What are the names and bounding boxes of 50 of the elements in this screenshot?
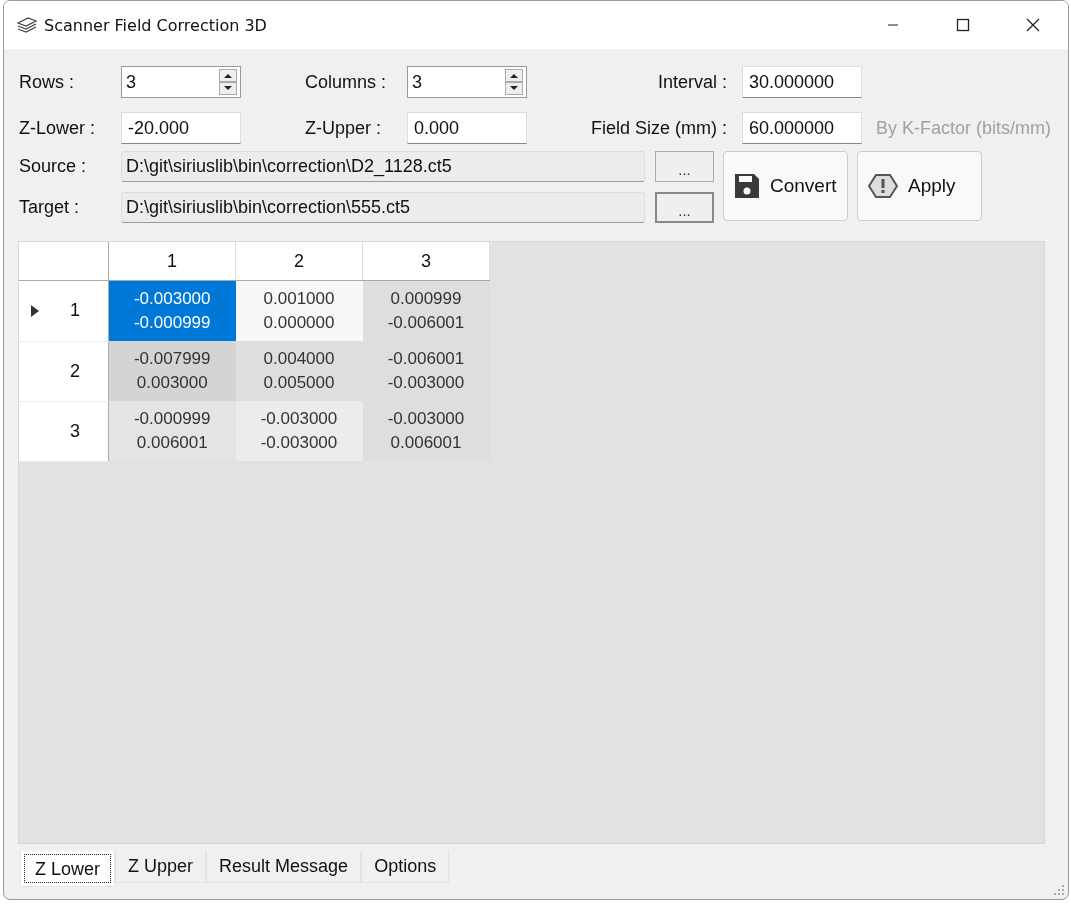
- window-title: Scanner Field Correction 3D: [44, 15, 267, 35]
- z-lower-field[interactable]: -20.000: [121, 112, 241, 144]
- table-cell[interactable]: -0.006001 -0.003000: [362, 341, 490, 401]
- target-label: Target :: [18, 196, 81, 218]
- rows-spinbox[interactable]: 3: [121, 66, 241, 98]
- tab[interactable]: Result Message: [206, 851, 362, 883]
- field-size-field[interactable]: 60.000000: [742, 112, 862, 144]
- resize-grip-icon[interactable]: [1054, 885, 1064, 895]
- z-upper-field[interactable]: 0.000: [407, 112, 527, 144]
- target-path-field[interactable]: D:\git\siriuslib\bin\correction\555.ct5: [121, 191, 645, 223]
- close-icon: [1026, 18, 1040, 32]
- interval-label: Interval :: [656, 71, 727, 93]
- apply-button[interactable]: Apply: [857, 151, 982, 221]
- row-header[interactable]: 3: [19, 401, 109, 461]
- tab[interactable]: Z Lower: [20, 851, 116, 887]
- z-upper-label: Z-Upper :: [304, 117, 383, 139]
- table-cell[interactable]: -0.003000 0.006001: [362, 401, 490, 461]
- rows-label: Rows :: [18, 71, 75, 93]
- minimize-icon: [887, 24, 899, 26]
- convert-button[interactable]: Convert: [723, 151, 848, 221]
- table-cell[interactable]: 0.001000 0.000000: [235, 280, 363, 341]
- interval-field[interactable]: 30.000000: [742, 66, 862, 98]
- row-header[interactable]: 2: [19, 341, 109, 401]
- field-size-label: Field Size (mm) :: [590, 117, 727, 139]
- warning-icon: [868, 173, 898, 199]
- layers-icon: [16, 17, 38, 33]
- browse-button[interactable]: ...: [655, 191, 714, 223]
- columns-label: Columns :: [304, 71, 388, 93]
- maximize-icon: [956, 18, 970, 32]
- spin-arrows-icon[interactable]: [219, 68, 237, 96]
- spin-arrows-icon[interactable]: [505, 68, 523, 96]
- column-header[interactable]: 3: [362, 242, 490, 281]
- column-header[interactable]: 1: [108, 242, 236, 281]
- source-path-field[interactable]: D:\git\siriuslib\bin\correction\D2_1128.ct5: [121, 150, 645, 182]
- columns-spinbox[interactable]: 3: [407, 66, 527, 98]
- table-cell[interactable]: -0.007999 0.003000: [108, 341, 236, 401]
- table-cell[interactable]: -0.000999 0.006001: [108, 401, 236, 461]
- row-header[interactable]: 1: [19, 280, 109, 341]
- table-cell[interactable]: -0.003000 -0.003000: [235, 401, 363, 461]
- table-cell[interactable]: 0.000999 -0.006001: [362, 280, 490, 341]
- tab[interactable]: Options: [361, 851, 450, 883]
- save-icon: [734, 173, 760, 199]
- z-lower-label: Z-Lower :: [18, 117, 97, 139]
- source-label: Source :: [18, 155, 88, 177]
- tab[interactable]: Z Upper: [115, 851, 207, 883]
- column-header[interactable]: 2: [235, 242, 363, 281]
- k-factor-label: By K-Factor (bits/mm): [876, 117, 1051, 139]
- table-cell[interactable]: -0.003000 -0.000999: [108, 280, 236, 341]
- table-cell[interactable]: 0.004000 0.005000: [235, 341, 363, 401]
- browse-button[interactable]: ...: [655, 150, 714, 182]
